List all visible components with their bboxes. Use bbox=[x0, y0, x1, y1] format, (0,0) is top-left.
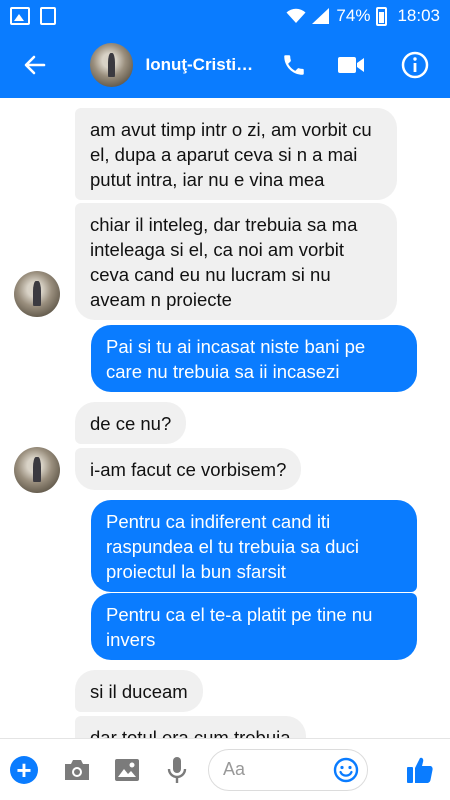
wifi-icon bbox=[286, 8, 306, 23]
battery-percent: 74% bbox=[336, 6, 371, 25]
gallery-notification-icon bbox=[10, 7, 30, 25]
video-camera-icon bbox=[338, 57, 365, 73]
composer-bar: + Aa bbox=[0, 738, 450, 800]
more-actions-button[interactable]: + bbox=[10, 755, 38, 784]
message-incoming[interactable]: chiar il inteleg, dar trebuia sa ma inte… bbox=[75, 203, 397, 320]
video-call-button[interactable] bbox=[323, 32, 381, 98]
camera-button[interactable] bbox=[52, 739, 102, 800]
like-button[interactable] bbox=[390, 739, 450, 800]
sender-avatar[interactable] bbox=[14, 271, 60, 317]
message-outgoing[interactable]: Pentru ca indiferent cand iti raspundea … bbox=[91, 500, 417, 592]
message-input-placeholder: Aa bbox=[223, 759, 246, 779]
image-icon bbox=[115, 758, 139, 781]
phone-icon bbox=[284, 55, 304, 75]
gallery-button[interactable] bbox=[102, 739, 152, 800]
message-incoming[interactable]: dar totul era cum trebuia bbox=[75, 716, 306, 738]
signal-icon bbox=[312, 8, 330, 24]
microphone-icon bbox=[167, 756, 187, 783]
battery-icon bbox=[376, 6, 388, 26]
back-arrow-icon bbox=[24, 55, 46, 75]
info-button[interactable] bbox=[380, 32, 450, 98]
message-list[interactable]: am avut timp intr o zi, am vorbit cu el,… bbox=[0, 98, 450, 738]
message-outgoing[interactable]: Pentru ca el te-a platit pe tine nu inve… bbox=[91, 593, 417, 660]
status-bar: 74% 18:03 bbox=[0, 0, 450, 32]
back-button[interactable] bbox=[0, 32, 70, 98]
message-incoming[interactable]: de ce nu? bbox=[75, 402, 187, 444]
message-input[interactable]: Aa bbox=[208, 748, 368, 791]
sender-avatar[interactable] bbox=[14, 447, 60, 493]
clock: 18:03 bbox=[397, 6, 440, 25]
camera-icon bbox=[65, 759, 89, 780]
contact-avatar[interactable] bbox=[89, 43, 134, 87]
call-button[interactable] bbox=[265, 32, 323, 98]
thumbs-up-icon bbox=[407, 757, 433, 783]
emoji-icon[interactable] bbox=[333, 757, 359, 783]
message-incoming[interactable]: si il duceam bbox=[75, 670, 203, 712]
voice-button[interactable] bbox=[152, 739, 202, 800]
contact-name[interactable]: Ionuţ-Cristi… bbox=[145, 55, 264, 75]
conversation-header: Ionuţ-Cristi… bbox=[0, 32, 450, 98]
message-incoming[interactable]: i-am facut ce vorbisem? bbox=[75, 448, 302, 490]
message-outgoing[interactable]: Pai si tu ai incasat niste bani pe care … bbox=[91, 325, 417, 392]
message-incoming[interactable]: am avut timp intr o zi, am vorbit cu el,… bbox=[75, 108, 397, 200]
file-notification-icon bbox=[40, 7, 56, 25]
info-icon bbox=[401, 51, 429, 79]
